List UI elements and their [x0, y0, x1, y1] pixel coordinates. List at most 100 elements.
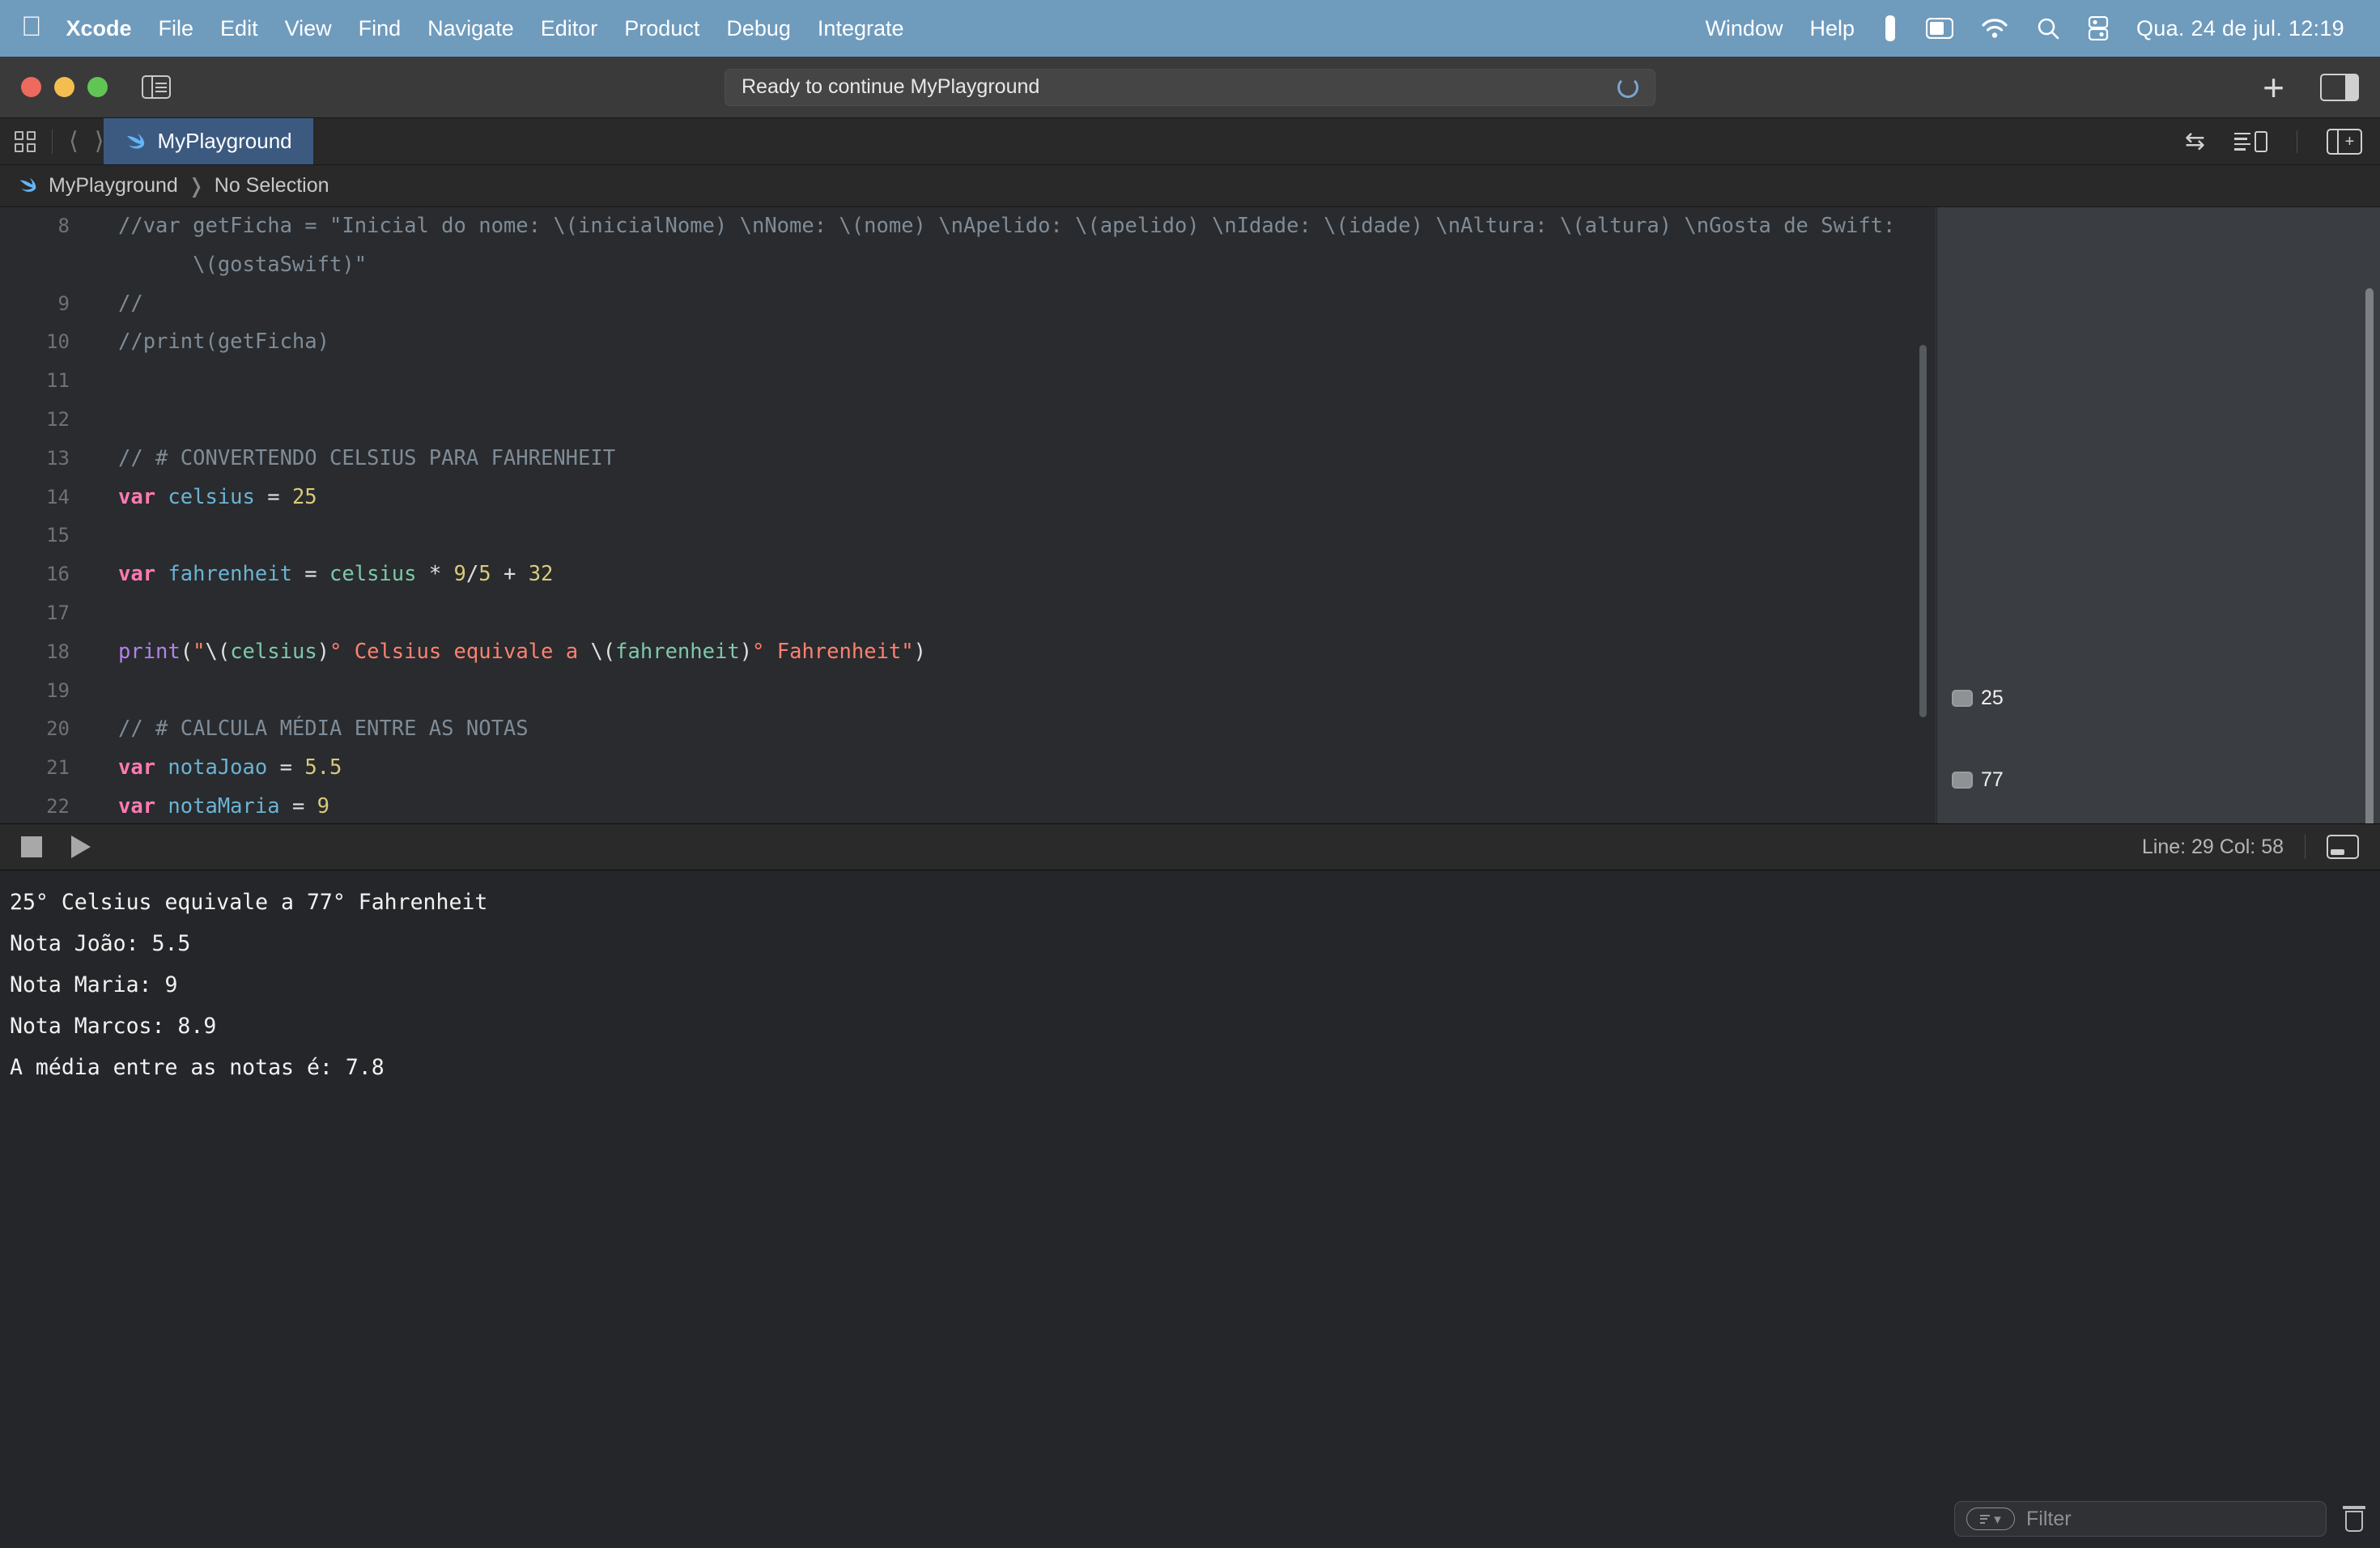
code-token: celsius — [230, 639, 317, 664]
code-line[interactable]: 16 var fahrenheit = celsius * 9/5 + 32 — [0, 555, 1936, 594]
menubar-item-window[interactable]: Window — [1705, 16, 1783, 41]
apple-logo-icon[interactable]:  — [21, 13, 42, 40]
code-line[interactable]: 11 — [0, 362, 1936, 401]
search-icon[interactable] — [2036, 16, 2060, 40]
sidebar-toggle-icon[interactable] — [142, 75, 171, 99]
code-token: ° Celsius equivale a — [329, 639, 591, 664]
code-token: //var getFicha = "Inicial do nome: \(ini… — [118, 214, 1896, 238]
menubar-item-view[interactable]: View — [285, 16, 332, 41]
code-line[interactable]: 19 — [0, 672, 1936, 711]
code-line[interactable]: 21 var notaJoao = 5.5 — [0, 749, 1936, 788]
menubar-item-product[interactable]: Product — [624, 16, 699, 41]
menubar-item-help[interactable]: Help — [1809, 16, 1855, 41]
close-window-button[interactable] — [21, 77, 41, 97]
code-line[interactable]: 22 var notaMaria = 9 — [0, 788, 1936, 823]
breadcrumb-separator: ❭ — [187, 174, 205, 198]
menubar-item-edit[interactable]: Edit — [220, 16, 258, 41]
debug-console-output[interactable]: 25° Celsius equivale a 77° Fahrenheit Not… — [0, 870, 2380, 1498]
code-token: // # CONVERTENDO CELSIUS PARA FAHRENHEIT — [118, 445, 616, 470]
menubar-item-xcode[interactable]: Xcode — [66, 16, 132, 41]
menubar-item-integrate[interactable]: Integrate — [818, 16, 904, 41]
code-token: = — [279, 793, 317, 819]
code-line[interactable]: 18 print("\(celsius)° Celsius equivale a … — [0, 633, 1936, 672]
code-line[interactable]: 20 // # CALCULA MÉDIA ENTRE AS NOTAS — [0, 710, 1936, 749]
menubar-item-editor[interactable]: Editor — [541, 16, 598, 41]
back-chevron-icon[interactable]: ⟨ — [69, 127, 79, 155]
forward-chevron-icon[interactable]: ⟩ — [95, 127, 104, 155]
control-center-icon[interactable] — [2088, 16, 2109, 40]
cursor-position-label: Line: 29 Col: 58 — [2141, 835, 2284, 858]
code-text: var notaJoao = 5.5 — [91, 749, 1936, 788]
code-token: 32 — [528, 562, 554, 587]
line-number: 14 — [46, 485, 70, 508]
line-number: 11 — [46, 369, 70, 393]
filter-options-icon[interactable]: ▾ — [1966, 1508, 2015, 1530]
maximize-window-button[interactable] — [87, 77, 108, 97]
editor-area: 8 //var getFicha = "Inicial do nome: \(in… — [0, 207, 2380, 823]
editor-tabbar: ⟨ ⟩ MyPlayground ⇆ + — [0, 118, 2380, 165]
code-token: 9 — [453, 562, 466, 587]
code-line[interactable]: 8 //var getFicha = "Inicial do nome: \(in… — [0, 207, 1936, 246]
menubar-item-file[interactable]: File — [159, 16, 194, 41]
display-icon[interactable] — [1926, 18, 1953, 39]
grid-icon[interactable] — [15, 130, 36, 152]
console-toggle-icon[interactable] — [2327, 835, 2359, 859]
code-line[interactable]: 14 var celsius = 25 — [0, 478, 1936, 517]
editor-scrollbar[interactable] — [1919, 345, 1927, 717]
result-row[interactable]: 77 — [1952, 768, 2004, 792]
result-row[interactable]: 25 — [1952, 687, 2004, 710]
code-line[interactable]: 9 // — [0, 285, 1936, 324]
swap-icon[interactable]: ⇆ — [2185, 127, 2205, 155]
line-number: 15 — [46, 524, 70, 547]
code-line[interactable]: \(gostaSwift)" — [0, 246, 1936, 285]
console-line: Nota João: 5.5 — [10, 931, 191, 956]
code-text: // — [91, 285, 1936, 324]
filter-input[interactable]: Filter — [2026, 1508, 2072, 1531]
swift-file-icon — [125, 131, 146, 152]
code-token: \(gostaSwift)" — [118, 252, 368, 277]
console-line: 25° Celsius equivale a 77° Fahrenheit — [10, 890, 488, 915]
code-line[interactable]: 10 //print(getFicha) — [0, 323, 1936, 362]
menubar-item-find[interactable]: Find — [359, 16, 402, 41]
inspector-toggle-icon[interactable] — [2320, 73, 2359, 101]
code-line[interactable]: 15 — [0, 517, 1936, 555]
tab-myplayground[interactable]: MyPlayground — [104, 118, 313, 164]
right-panel-icon[interactable]: + — [2327, 128, 2362, 155]
divider — [2305, 835, 2306, 859]
battery-vertical-icon[interactable] — [1882, 15, 1898, 42]
results-scrollbar[interactable] — [2365, 288, 2374, 823]
result-value: 77 — [1981, 768, 2004, 791]
minimap-icon[interactable] — [2234, 130, 2267, 152]
code-token: * — [416, 562, 454, 587]
continue-icon[interactable] — [71, 836, 91, 858]
add-icon[interactable]: + — [2263, 69, 2284, 106]
stop-icon[interactable] — [21, 836, 42, 857]
tabbar-right-group: ⇆ + — [2185, 118, 2380, 164]
line-number: 19 — [46, 678, 70, 702]
code-text: var fahrenheit = celsius * 9/5 + 32 — [91, 555, 1936, 594]
code-token: " — [193, 639, 206, 664]
code-token: ) — [317, 639, 330, 664]
result-preview-icon[interactable] — [1952, 772, 1973, 789]
code-text: // # CONVERTENDO CELSIUS PARA FAHRENHEIT — [91, 440, 1936, 478]
source-code-editor[interactable]: 8 //var getFicha = "Inicial do nome: \(in… — [0, 207, 1936, 823]
code-text: print("\(celsius)° Celsius equivale a \(… — [91, 633, 1936, 672]
code-token: notaMaria — [168, 793, 280, 819]
menubar-item-navigate[interactable]: Navigate — [427, 16, 514, 41]
filter-field[interactable]: ▾ Filter — [1954, 1501, 2327, 1537]
result-preview-icon[interactable] — [1952, 690, 1973, 707]
breadcrumb-file[interactable]: MyPlayground — [49, 174, 178, 198]
breadcrumb-selection[interactable]: No Selection — [215, 174, 329, 198]
activity-status-field: Ready to continue MyPlayground — [725, 68, 1655, 106]
code-line[interactable]: 13 // # CONVERTENDO CELSIUS PARA FAHRENHE… — [0, 440, 1936, 478]
wifi-icon[interactable] — [1981, 18, 2008, 39]
menubar-item-debug[interactable]: Debug — [726, 16, 791, 41]
line-number: 13 — [46, 446, 70, 470]
minimize-window-button[interactable] — [54, 77, 74, 97]
trash-icon[interactable] — [2343, 1506, 2365, 1532]
menubar-right-items: Window Help — [1705, 16, 1855, 41]
code-line[interactable]: 17 — [0, 594, 1936, 633]
code-line[interactable]: 12 — [0, 401, 1936, 440]
code-token: //print(getFicha) — [118, 330, 329, 355]
menubar-clock[interactable]: Qua. 24 de jul. 12:19 — [2136, 16, 2344, 41]
